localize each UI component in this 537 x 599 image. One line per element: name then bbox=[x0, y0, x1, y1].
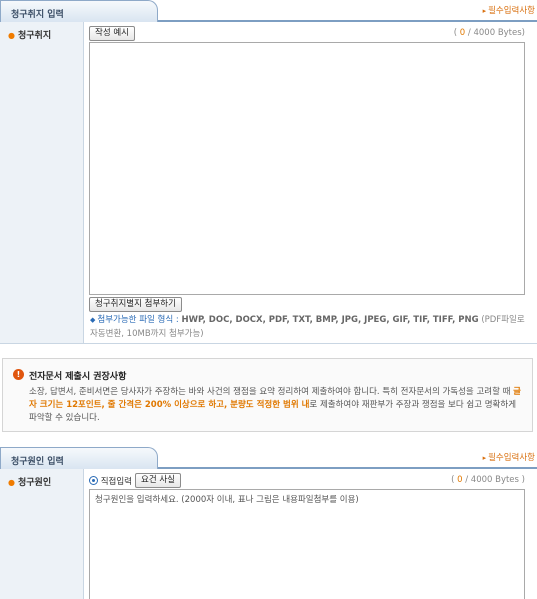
triangle-bullet-icon: ▸ bbox=[482, 7, 487, 15]
claim-purpose-label-cell: ● 청구취지 bbox=[0, 22, 84, 343]
orange-bullet-icon: ● bbox=[8, 478, 15, 487]
notice-body: 소장, 답변서, 준비서면은 당사자가 주장하는 바와 사건의 쟁점을 요약 정… bbox=[29, 386, 525, 425]
claim-cause-tab-title: 청구원인 입력 bbox=[11, 457, 64, 467]
claim-purpose-row: ● 청구취지 작성 예시 ( 0 / 4000 Bytes) 청구취지별지 첨부하… bbox=[0, 22, 537, 344]
blue-bullet-icon: ◆ bbox=[90, 316, 96, 324]
orange-bullet-icon: ● bbox=[8, 31, 15, 40]
file-types-label: 첨부가능한 파일 형식 : bbox=[97, 315, 179, 325]
attach-appendix-button[interactable]: 청구취지별지 첨부하기 bbox=[89, 297, 182, 312]
allowed-file-types: ◆ 첨부가능한 파일 형식 : HWP, DOC, DOCX, PDF, TXT,… bbox=[90, 313, 530, 341]
claim-purpose-label-text: 청구취지 bbox=[17, 31, 52, 41]
triangle-bullet-icon: ▸ bbox=[482, 454, 487, 462]
claim-cause-label-text: 청구원인 bbox=[17, 478, 52, 488]
file-types-list: HWP, DOC, DOCX, PDF, TXT, BMP, JPG, JPEG… bbox=[181, 315, 479, 325]
radio-selected-icon[interactable] bbox=[89, 476, 98, 485]
claim-cause-tab: 청구원인 입력 bbox=[0, 447, 158, 469]
required-note: ▸ 필수입력사항 bbox=[483, 4, 535, 16]
exclamation-icon: ! bbox=[13, 369, 24, 380]
required-note-text: 필수입력사항 bbox=[488, 453, 535, 463]
claim-cause-row: ● 청구원인 직접입력 요건 사실 ( 0 / 4000 Bytes ) 청구원인… bbox=[0, 469, 537, 599]
claim-cause-section-header: 청구원인 입력 ▸ 필수입력사항 bbox=[0, 447, 537, 469]
requisite-facts-button[interactable]: 요건 사실 bbox=[135, 473, 181, 488]
required-note-text: 필수입력사항 bbox=[488, 6, 535, 16]
claim-purpose-tab: 청구취지 입력 bbox=[0, 0, 158, 22]
counter-max: / 4000 Bytes) bbox=[465, 28, 525, 38]
byte-counter: ( 0 / 4000 Bytes ) bbox=[451, 475, 525, 485]
claim-purpose-label: ● 청구취지 bbox=[8, 28, 51, 41]
direct-input-option[interactable]: 직접입력 bbox=[89, 475, 132, 487]
counter-max: / 4000 Bytes ) bbox=[462, 475, 525, 485]
claim-purpose-tab-title: 청구취지 입력 bbox=[11, 10, 64, 20]
claim-cause-label: ● 청구원인 bbox=[8, 475, 51, 488]
notice-body-part1: 소장, 답변서, 준비서면은 당사자가 주장하는 바와 사건의 쟁점을 요약 정… bbox=[29, 387, 514, 397]
byte-counter: ( 0 / 4000 Bytes) bbox=[454, 28, 525, 38]
direct-input-label: 직접입력 bbox=[100, 477, 132, 487]
required-note: ▸ 필수입력사항 bbox=[483, 451, 535, 463]
claim-purpose-section-header: 청구취지 입력 ▸ 필수입력사항 bbox=[0, 0, 537, 22]
claim-purpose-textarea[interactable] bbox=[89, 42, 525, 295]
claim-cause-textarea[interactable]: 청구원인을 입력하세요. (2000자 이내, 표나 그림은 내용파일첨부를 이… bbox=[89, 489, 525, 599]
notice-title: 전자문서 제출시 권장사항 bbox=[29, 372, 127, 382]
submission-recommendation-notice: ! 전자문서 제출시 권장사항 소장, 답변서, 준비서면은 당사자가 주장하는… bbox=[2, 358, 533, 432]
claim-cause-label-cell: ● 청구원인 bbox=[0, 469, 84, 599]
writing-example-button[interactable]: 작성 예시 bbox=[89, 26, 135, 41]
